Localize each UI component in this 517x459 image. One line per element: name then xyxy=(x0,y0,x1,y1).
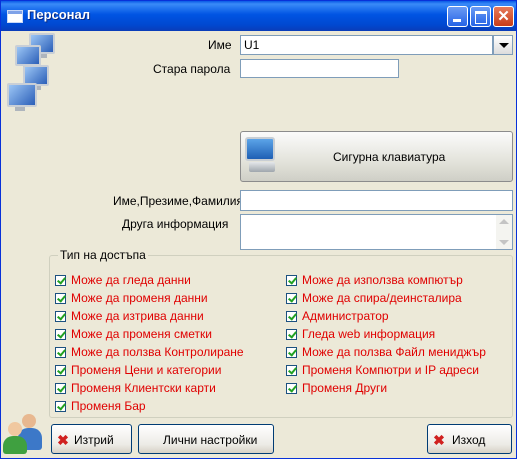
delete-button[interactable]: ✖ Изтрий xyxy=(51,424,132,454)
keyboard-monitor-icon xyxy=(245,137,279,175)
users-icon xyxy=(2,410,48,454)
scroll-down-icon[interactable] xyxy=(499,240,509,245)
maximize-icon xyxy=(475,11,487,24)
minimize-icon xyxy=(453,19,461,22)
network-computers-icon xyxy=(3,31,55,115)
checkbox-checked-icon[interactable] xyxy=(286,275,297,286)
exit-icon: ✖ xyxy=(433,432,445,448)
title-bar[interactable]: Персонал ✕ xyxy=(1,1,516,31)
checkbox-checked-icon[interactable] xyxy=(286,293,297,304)
old-password-field[interactable] xyxy=(240,59,399,78)
checkbox-label: Променя Компютри и IP адреси xyxy=(302,363,479,377)
checkbox-checked-icon[interactable] xyxy=(286,347,297,358)
personal-settings-label: Лични настройки xyxy=(163,433,258,447)
scroll-up-icon[interactable] xyxy=(499,219,509,224)
checkbox-label: Променя Бар xyxy=(71,399,146,413)
checkbox-checked-icon[interactable] xyxy=(55,311,66,322)
close-icon: ✕ xyxy=(497,8,510,25)
maximize-button[interactable] xyxy=(470,6,491,27)
checkbox-checked-icon[interactable] xyxy=(55,329,66,340)
access-type-legend: Тип на достъпа xyxy=(58,248,148,262)
window-app-icon xyxy=(7,10,23,23)
minimize-button[interactable] xyxy=(447,6,468,27)
checkbox-label: Може да променя сметки xyxy=(71,327,212,341)
checkbox-label: Може да ползва Файл мениджър xyxy=(302,345,486,359)
checkbox-checked-icon[interactable] xyxy=(55,347,66,358)
personal-settings-button[interactable]: Лични настройки xyxy=(138,424,274,454)
checkbox-label: Променя Цени и категории xyxy=(71,363,222,377)
window-title: Персонал xyxy=(27,7,91,22)
checkbox-checked-icon[interactable] xyxy=(286,365,297,376)
checkbox-checked-icon[interactable] xyxy=(55,365,66,376)
checkbox-checked-icon[interactable] xyxy=(286,329,297,340)
checkbox-checked-icon[interactable] xyxy=(286,311,297,322)
memo-scrollbar[interactable] xyxy=(496,215,512,249)
other-info-textarea[interactable] xyxy=(240,214,513,250)
exit-button-label: Изход xyxy=(452,433,486,447)
checkbox-label: Може да използва компютър xyxy=(302,273,463,287)
checkbox-checked-icon[interactable] xyxy=(55,383,66,394)
checkbox-label: Променя Клиентски карти xyxy=(71,381,216,395)
checkbox-label: Може да ползва Контролиране xyxy=(71,345,244,359)
fullname-label: Име,Презиме,Фамилия xyxy=(113,194,244,208)
checkbox-label: Администратор xyxy=(302,309,389,323)
checkbox-checked-icon[interactable] xyxy=(286,383,297,394)
name-label: Име xyxy=(208,38,232,52)
exit-button[interactable]: ✖ Изход xyxy=(427,424,512,454)
checkbox-label: Може да изтрива данни xyxy=(71,309,204,323)
delete-icon: ✖ xyxy=(57,432,69,448)
checkbox-label: Може да спира/деинсталира xyxy=(302,291,462,305)
checkbox-label: Може да променя данни xyxy=(71,291,208,305)
checkbox-label: Променя Други xyxy=(302,381,388,395)
secure-keyboard-label: Сигурна клавиатура xyxy=(333,150,446,164)
chevron-down-icon[interactable] xyxy=(493,35,513,55)
checkbox-label: Може да гледа данни xyxy=(71,273,191,287)
checkbox-checked-icon[interactable] xyxy=(55,401,66,412)
checkbox-checked-icon[interactable] xyxy=(55,275,66,286)
checkbox-checked-icon[interactable] xyxy=(55,293,66,304)
name-combobox[interactable]: U1 xyxy=(240,35,493,55)
old-password-label: Стара парола xyxy=(153,62,231,76)
close-button[interactable]: ✕ xyxy=(493,6,514,27)
other-info-label: Друга информация xyxy=(122,217,229,231)
secure-keyboard-button[interactable]: Сигурна клавиатура xyxy=(240,131,513,182)
fullname-field[interactable] xyxy=(240,190,513,211)
checkbox-label: Гледа web информация xyxy=(302,327,436,341)
delete-button-label: Изтрий xyxy=(74,433,114,447)
